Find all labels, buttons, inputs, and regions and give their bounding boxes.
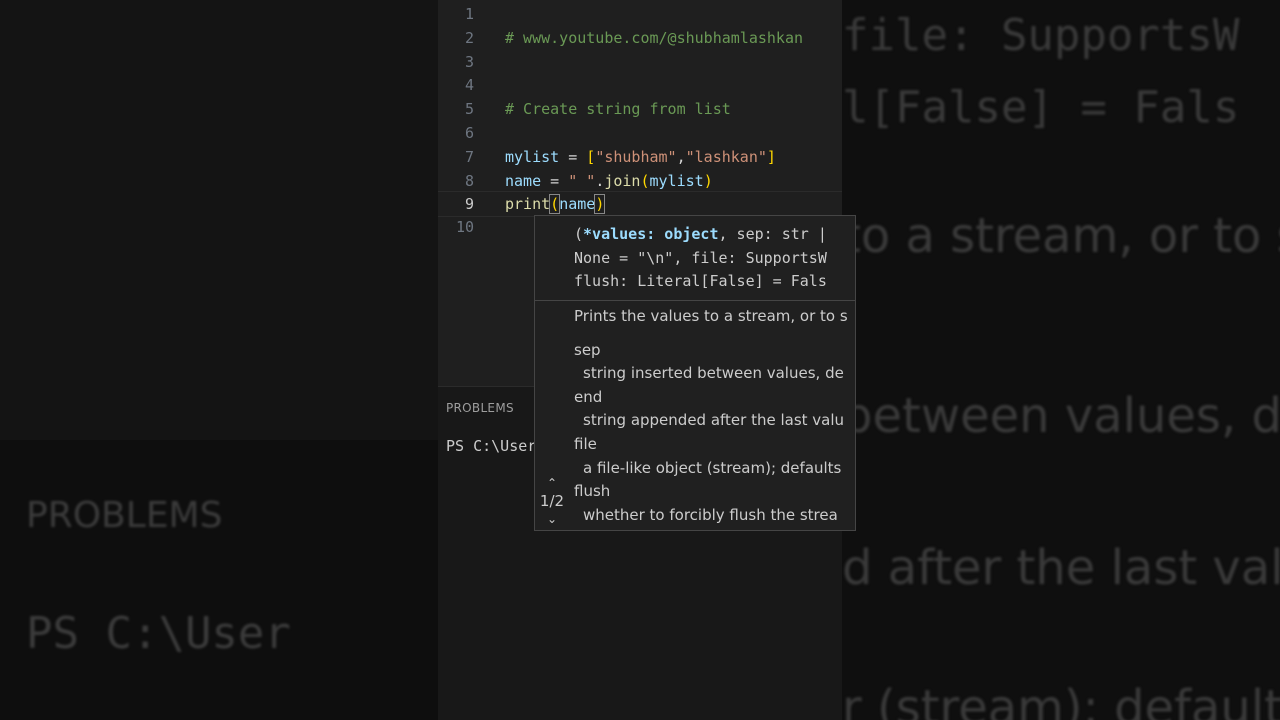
code-line: 3 (438, 50, 842, 74)
code-text: print(name) (505, 192, 606, 216)
bg-text-line2: l[False] = Fals (842, 82, 1240, 133)
editor-text-area[interactable]: 1 2 # www.youtube.com/@shubhamlashkan 3 … (438, 0, 842, 240)
comment-text: # www.youtube.com/@shubhamlashkan (505, 29, 804, 47)
comment-text: # Create string from list (505, 100, 731, 118)
doc-description: Prints the values to a stream, or to s (574, 307, 848, 325)
token-operator: = (559, 148, 587, 166)
bg-text-line4: between values, de (842, 388, 1280, 444)
token-comma: , (676, 148, 686, 166)
current-code-line: 9 print(name) (438, 191, 842, 217)
signature-line-2: None = "\n", file: SupportsW (574, 248, 827, 267)
code-line: 8 name = " ".join(mylist) (438, 169, 842, 193)
token-string: "lashkan" (685, 148, 767, 166)
active-parameter: *values: object (583, 225, 719, 243)
bg-problems-label: PROBLEMS (26, 495, 223, 536)
token-bracket: ] (766, 148, 776, 166)
param-name: file (574, 435, 597, 453)
overload-navigator: ⌃ 1/2 ⌄ (535, 476, 569, 526)
code-line: 7 mylist = ["shubham","lashkan"] (438, 145, 842, 169)
token-bracket: ( (549, 194, 561, 214)
signature-open-paren: ( (574, 225, 584, 243)
token-function: join (604, 172, 641, 190)
signature-text: (*values: object, sep: str | None = "\n"… (574, 223, 827, 294)
token-variable: mylist (649, 172, 704, 190)
param-name: sep (574, 341, 601, 359)
line-number: 7 (464, 148, 474, 166)
chevron-up-icon[interactable]: ⌃ (535, 476, 569, 490)
token-bracket: ( (640, 172, 650, 190)
token-string: "shubham" (595, 148, 677, 166)
token-operator: = (541, 172, 569, 190)
token-bracket: [ (586, 148, 596, 166)
token-variable: name (559, 195, 596, 213)
bg-text-line1: file: SupportsW (842, 10, 1240, 61)
line-number: 2 (464, 29, 474, 47)
line-number: 6 (464, 124, 474, 142)
overload-counter: 1/2 (539, 492, 565, 510)
background-right-panel: file: SupportsW l[False] = Fals to a str… (842, 0, 1280, 720)
bg-text-line5: d after the last valu (842, 540, 1280, 596)
signature-help-popup: (*values: object, sep: str | None = "\n"… (534, 215, 856, 531)
code-text: mylist = ["shubham","lashkan"] (505, 145, 776, 169)
param-description: string inserted between values, de (583, 364, 844, 382)
token-function: print (505, 195, 551, 213)
param-name: flush (574, 482, 611, 500)
tab-problems[interactable]: PROBLEMS (446, 401, 514, 415)
token-bracket: ) (594, 194, 606, 214)
background-left-panel: PROBLEMS PS C:\User (0, 0, 438, 720)
code-line: 4 (438, 73, 842, 97)
line-number: 1 (464, 5, 474, 23)
popup-divider (535, 300, 855, 301)
line-number: 10 (455, 218, 474, 236)
code-line: 1 (438, 2, 842, 26)
param-description: whether to forcibly flush the strea (583, 506, 838, 524)
param-name: end (574, 388, 603, 406)
line-number: 8 (464, 172, 474, 190)
line-number: 5 (464, 100, 474, 118)
bg-panel-region (0, 440, 438, 720)
code-text: name = " ".join(mylist) (505, 169, 713, 193)
param-description: string appended after the last valu (583, 411, 845, 429)
token-variable: mylist (505, 148, 560, 166)
bg-text-line3: to a stream, or to s (842, 208, 1280, 264)
code-line: 5 # Create string from list (438, 97, 842, 121)
terminal-prompt[interactable]: PS C:\Users (446, 437, 545, 455)
chevron-down-icon[interactable]: ⌄ (535, 512, 569, 526)
bg-text-line6: r (stream); defaults (842, 680, 1280, 720)
code-line: 2 # www.youtube.com/@shubhamlashkan (438, 26, 842, 50)
line-number: 9 (464, 195, 474, 213)
token-dot: . (595, 172, 605, 190)
token-bracket: ) (703, 172, 713, 190)
bg-terminal-text: PS C:\User (26, 608, 291, 659)
signature-rest: , sep: str | (718, 225, 827, 243)
token-variable: name (505, 172, 542, 190)
signature-line-3: flush: Literal[False] = Fals (574, 272, 827, 290)
token-string: " " (568, 172, 596, 190)
code-line: 6 (438, 121, 842, 145)
bg-editor-region (0, 0, 438, 440)
line-number: 4 (464, 76, 474, 94)
param-description: a file-like object (stream); defaults (583, 459, 842, 477)
line-number: 3 (464, 53, 474, 71)
